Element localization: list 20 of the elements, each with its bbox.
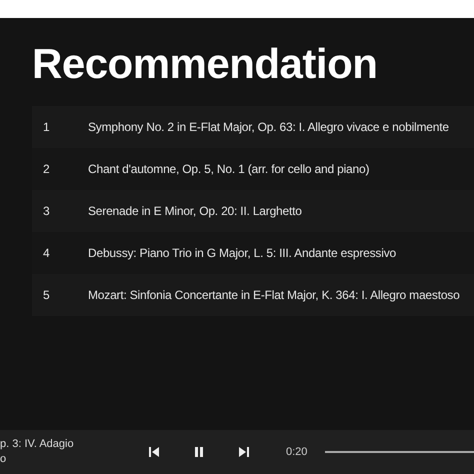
track-title: Debussy: Piano Trio in G Major, L. 5: III. Andante espressivo [88, 245, 396, 262]
artist-name: o [0, 452, 6, 467]
track-number: 1 [42, 119, 51, 136]
skip-forward-icon [238, 446, 250, 458]
track-row[interactable]: 1 Symphony No. 2 in E-Flat Major, Op. 63: I. Allegro vivace e nobilmente [32, 106, 474, 148]
track-number: 2 [42, 161, 51, 178]
track-number: 5 [42, 287, 51, 304]
track-title: p. 3: IV. Adagio [0, 437, 74, 452]
track-title: Symphony No. 2 in E-Flat Major, Op. 63: I. Allegro vivace e nobilmente [88, 119, 449, 136]
track-title: Chant d'automne, Op. 5, No. 1 (arr. for cello and piano) [88, 161, 370, 178]
track-number: 3 [42, 203, 51, 220]
track-number: 4 [42, 245, 51, 262]
track-title: Mozart: Sinfonia Concertante in E-Flat Major, K. 364: I. Allegro maestoso [88, 287, 460, 304]
track-title: Serenade in E Minor, Op. 20: II. Larghetto [88, 203, 302, 220]
page-heading: Recommendation [32, 40, 378, 88]
skip-back-icon [148, 446, 160, 458]
track-row[interactable]: 5 Mozart: Sinfonia Concertante in E-Flat Major, K. 364: I. Allegro maestoso [32, 274, 474, 316]
elapsed-time: 0:20 [286, 444, 308, 460]
pause-icon [193, 446, 205, 458]
track-row[interactable]: 3 Serenade in E Minor, Op. 20: II. Larghetto [32, 190, 474, 232]
